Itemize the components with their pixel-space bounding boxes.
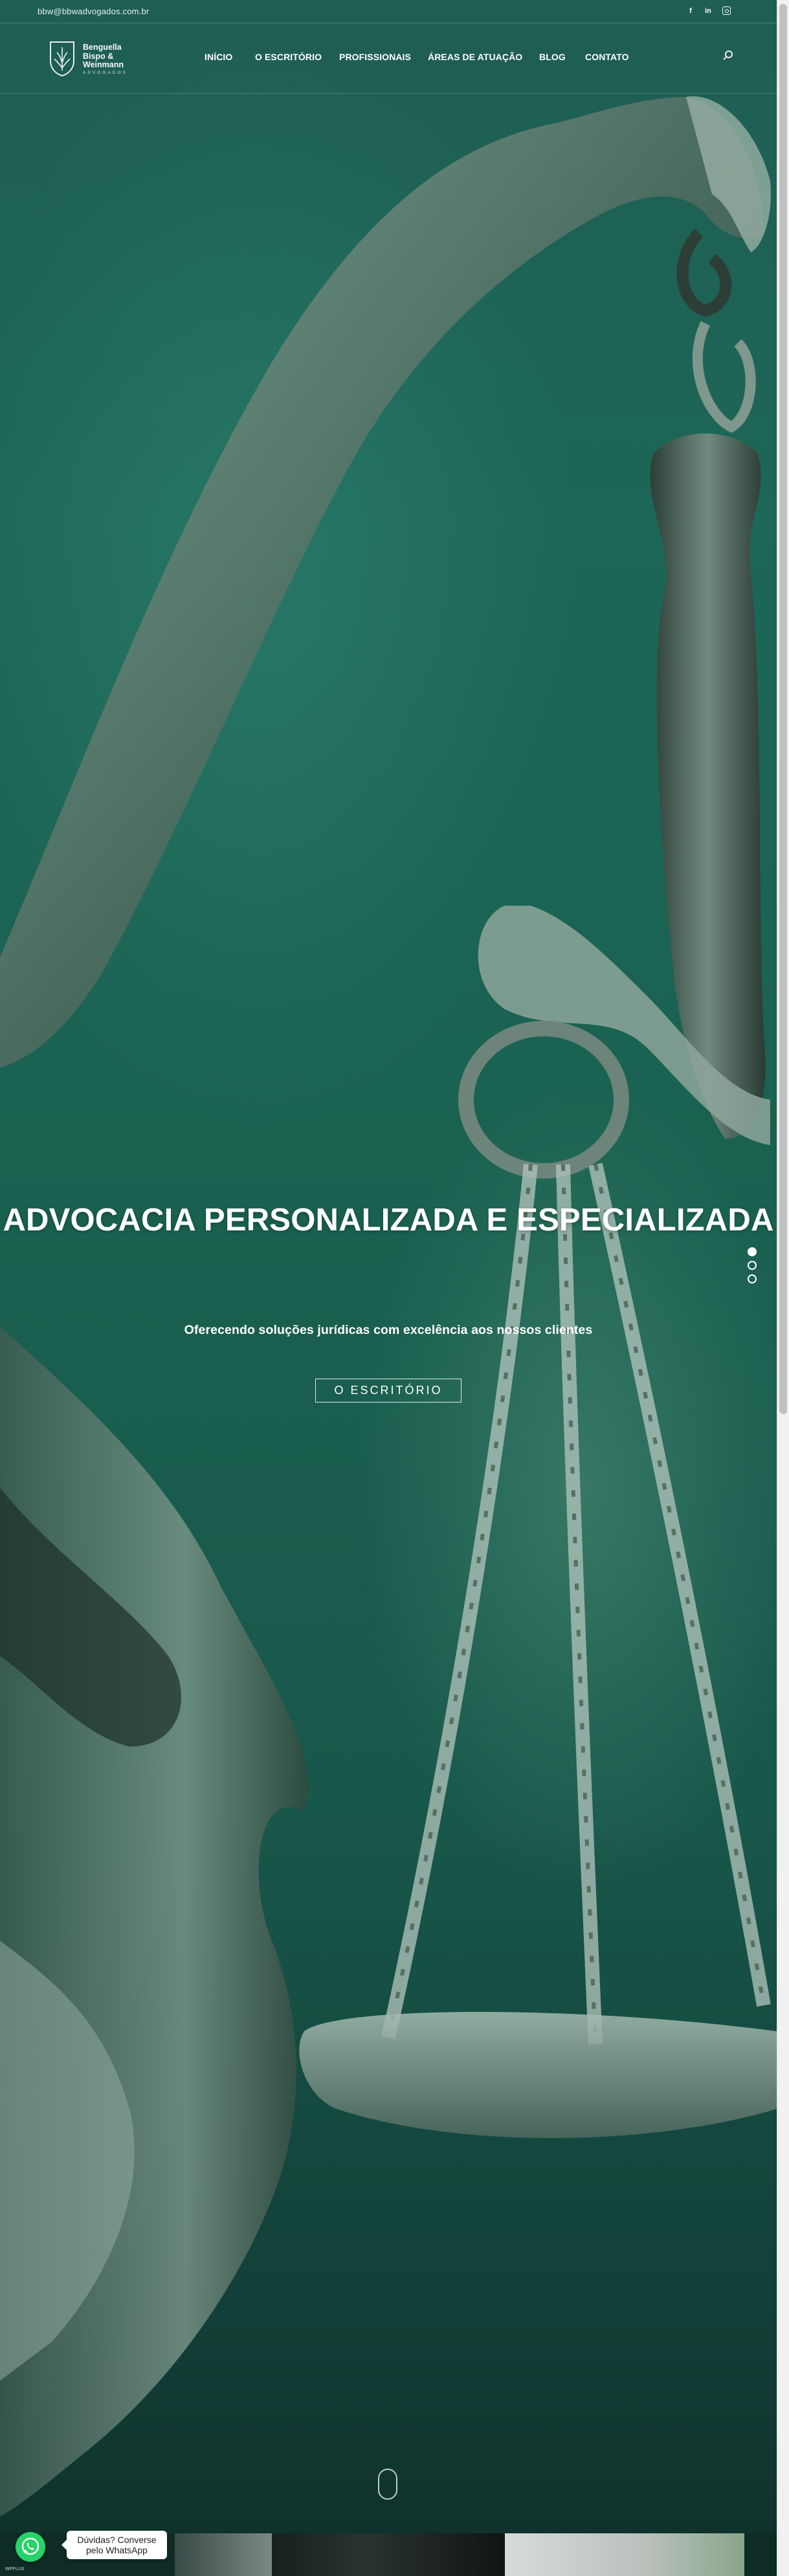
- instagram-icon[interactable]: [722, 6, 731, 15]
- slider-dot-2[interactable]: [748, 1261, 757, 1270]
- facebook-icon[interactable]: f: [686, 6, 695, 16]
- slider-dot-3[interactable]: [748, 1274, 757, 1283]
- logo-line-1: Benguella: [83, 43, 122, 52]
- justice-statue-image: [0, 96, 777, 2516]
- logo-wordmark: Benguella Bispo & Weinmann: [83, 43, 124, 70]
- preview-image-2: [272, 2533, 505, 2576]
- linkedin-icon[interactable]: in: [704, 6, 713, 16]
- whatsapp-tooltip-line-1: Dúvidas? Converse: [77, 2535, 157, 2545]
- main-navigation: Benguella Bispo & Weinmann ADVOGADOS INÍ…: [0, 24, 777, 94]
- hero-title: ADVOCACIA PERSONALIZADA E ESPECIALIZADA: [3, 1203, 774, 1238]
- whatsapp-tooltip-line-2: pelo WhatsApp: [86, 2545, 148, 2555]
- scrollbar[interactable]: [777, 0, 789, 2576]
- escritorio-button[interactable]: O ESCRITÓRIO: [315, 1379, 461, 1403]
- hero-background: [0, 0, 777, 2576]
- scrollbar-thumb[interactable]: [779, 4, 787, 1414]
- search-icon[interactable]: [722, 50, 734, 61]
- nav-item-areas-de-atuacao[interactable]: ÁREAS DE ATUAÇÃO: [428, 52, 522, 62]
- logo-line-2: Bispo &: [83, 51, 114, 61]
- top-bar: bbw@bbwadvogados.com.br f in: [0, 0, 777, 23]
- logo-tagline: ADVOGADOS: [83, 71, 128, 75]
- preview-image-3: [505, 2533, 744, 2576]
- preview-image-1: [175, 2533, 272, 2576]
- slider-pagination: [748, 1247, 758, 1288]
- contact-email-link[interactable]: bbw@bbwadvogados.com.br: [38, 6, 149, 16]
- nav-item-inicio[interactable]: INÍCIO: [205, 52, 232, 62]
- hero-subtitle: Oferecendo soluções jurídicas com excelê…: [184, 1323, 593, 1337]
- scroll-down-icon[interactable]: [378, 2469, 397, 2500]
- page: bbw@bbwadvogados.com.br f in Benguella B…: [0, 0, 789, 2576]
- preview-edge: [744, 2533, 777, 2576]
- logo[interactable]: Benguella Bispo & Weinmann ADVOGADOS: [48, 39, 139, 78]
- logo-line-3: Weinmann: [83, 60, 124, 69]
- nav-item-profissionais[interactable]: PROFISSIONAIS: [339, 52, 411, 62]
- logo-emblem-icon: [50, 41, 74, 77]
- whatsapp-icon: [21, 2537, 39, 2555]
- nav-item-contato[interactable]: CONTATO: [585, 52, 629, 62]
- nav-item-blog[interactable]: BLOG: [539, 52, 566, 62]
- whatsapp-credit: WPPLUS: [5, 2567, 25, 2571]
- slider-dot-1[interactable]: [748, 1247, 757, 1256]
- whatsapp-tooltip[interactable]: Dúvidas? Converse pelo WhatsApp: [61, 2531, 167, 2559]
- nav-item-escritorio[interactable]: O ESCRITÓRIO: [255, 52, 322, 62]
- whatsapp-button[interactable]: [16, 2532, 45, 2562]
